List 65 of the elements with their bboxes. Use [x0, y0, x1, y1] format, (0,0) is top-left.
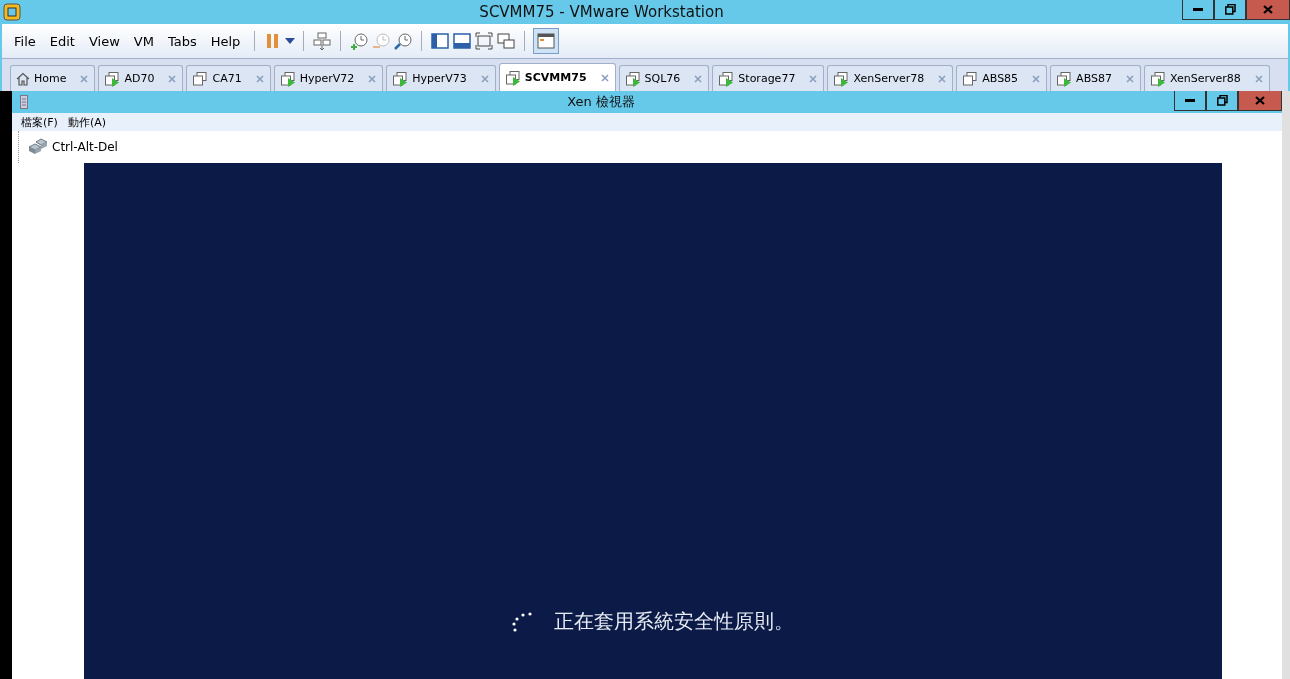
- tab[interactable]: Storage77: [712, 65, 825, 91]
- tab[interactable]: ABS87: [1050, 65, 1141, 91]
- close-icon[interactable]: [1125, 74, 1134, 83]
- tab[interactable]: HyperV73: [386, 65, 496, 91]
- close-icon[interactable]: [168, 74, 177, 83]
- tab[interactable]: CA71: [186, 65, 271, 91]
- menu-item[interactable]: 動作(A): [62, 114, 112, 130]
- close-button[interactable]: [1246, 0, 1290, 20]
- ctrl-alt-del-button[interactable]: Ctrl-Alt-Del: [25, 137, 120, 157]
- unity-icon[interactable]: [496, 31, 517, 51]
- close-icon[interactable]: [1032, 74, 1041, 83]
- close-icon[interactable]: [255, 74, 264, 83]
- full-screen-icon[interactable]: [474, 31, 495, 51]
- tab[interactable]: XenServer78: [827, 65, 954, 91]
- scrollbar[interactable]: [1282, 91, 1290, 679]
- restore-button[interactable]: [1214, 0, 1246, 20]
- close-icon[interactable]: [1254, 74, 1263, 83]
- home-icon: [16, 71, 30, 86]
- close-icon[interactable]: [600, 73, 609, 82]
- tab[interactable]: SQL76: [618, 65, 710, 91]
- sidebar-icon[interactable]: [430, 31, 451, 51]
- close-icon[interactable]: [809, 74, 818, 83]
- vm-icon: [192, 70, 209, 87]
- close-icon[interactable]: [480, 74, 489, 83]
- menu-item[interactable]: View: [82, 33, 126, 49]
- tab[interactable]: Home: [10, 65, 96, 91]
- tab[interactable]: ABS85: [956, 65, 1048, 91]
- menu-item[interactable]: Help: [204, 33, 247, 49]
- window-title: SCVMM75 - VMware Workstation: [478, 3, 725, 21]
- tab[interactable]: SCVMM75: [498, 63, 616, 91]
- snapshot-icon[interactable]: [349, 31, 370, 51]
- thumbnail-bar-icon[interactable]: [452, 31, 473, 51]
- close-icon[interactable]: [938, 74, 947, 83]
- dropdown-caret-icon[interactable]: [285, 38, 296, 44]
- status-message: 正在套用系統安全性原則。: [554, 608, 794, 635]
- close-icon[interactable]: [368, 74, 377, 83]
- minimize-button[interactable]: [1182, 0, 1214, 20]
- minimize-icon: [1193, 8, 1203, 11]
- close-icon: [1263, 5, 1273, 14]
- close-icon[interactable]: [694, 74, 703, 83]
- tab[interactable]: XenServer88: [1143, 65, 1270, 91]
- vm-icon: [962, 70, 979, 87]
- tab[interactable]: HyperV72: [273, 65, 384, 91]
- minimize-button[interactable]: [1174, 91, 1206, 111]
- restore-icon: [1216, 95, 1228, 106]
- close-icon[interactable]: [80, 74, 89, 83]
- restore-button[interactable]: [1206, 91, 1238, 111]
- menu-item[interactable]: 檔案(F): [16, 114, 63, 130]
- close-icon: [1255, 96, 1265, 105]
- menu-item[interactable]: Edit: [43, 33, 81, 49]
- viewer-title: Xen 檢視器: [566, 93, 636, 111]
- menu-item[interactable]: Tabs: [161, 33, 203, 49]
- tab[interactable]: AD70: [98, 65, 184, 91]
- minimize-icon: [1185, 99, 1195, 102]
- menu-item[interactable]: File: [8, 33, 42, 49]
- restore-icon: [1224, 4, 1236, 15]
- network-icon[interactable]: [312, 31, 333, 51]
- keys-icon: [27, 137, 49, 157]
- console-view-icon[interactable]: [533, 28, 560, 54]
- server-icon: [20, 95, 28, 109]
- loading-spinner-icon: [512, 610, 534, 633]
- app-icon: [3, 3, 21, 21]
- snapshot-manager-icon[interactable]: [393, 31, 414, 51]
- menu-item[interactable]: VM: [127, 33, 160, 49]
- close-button[interactable]: [1238, 91, 1282, 111]
